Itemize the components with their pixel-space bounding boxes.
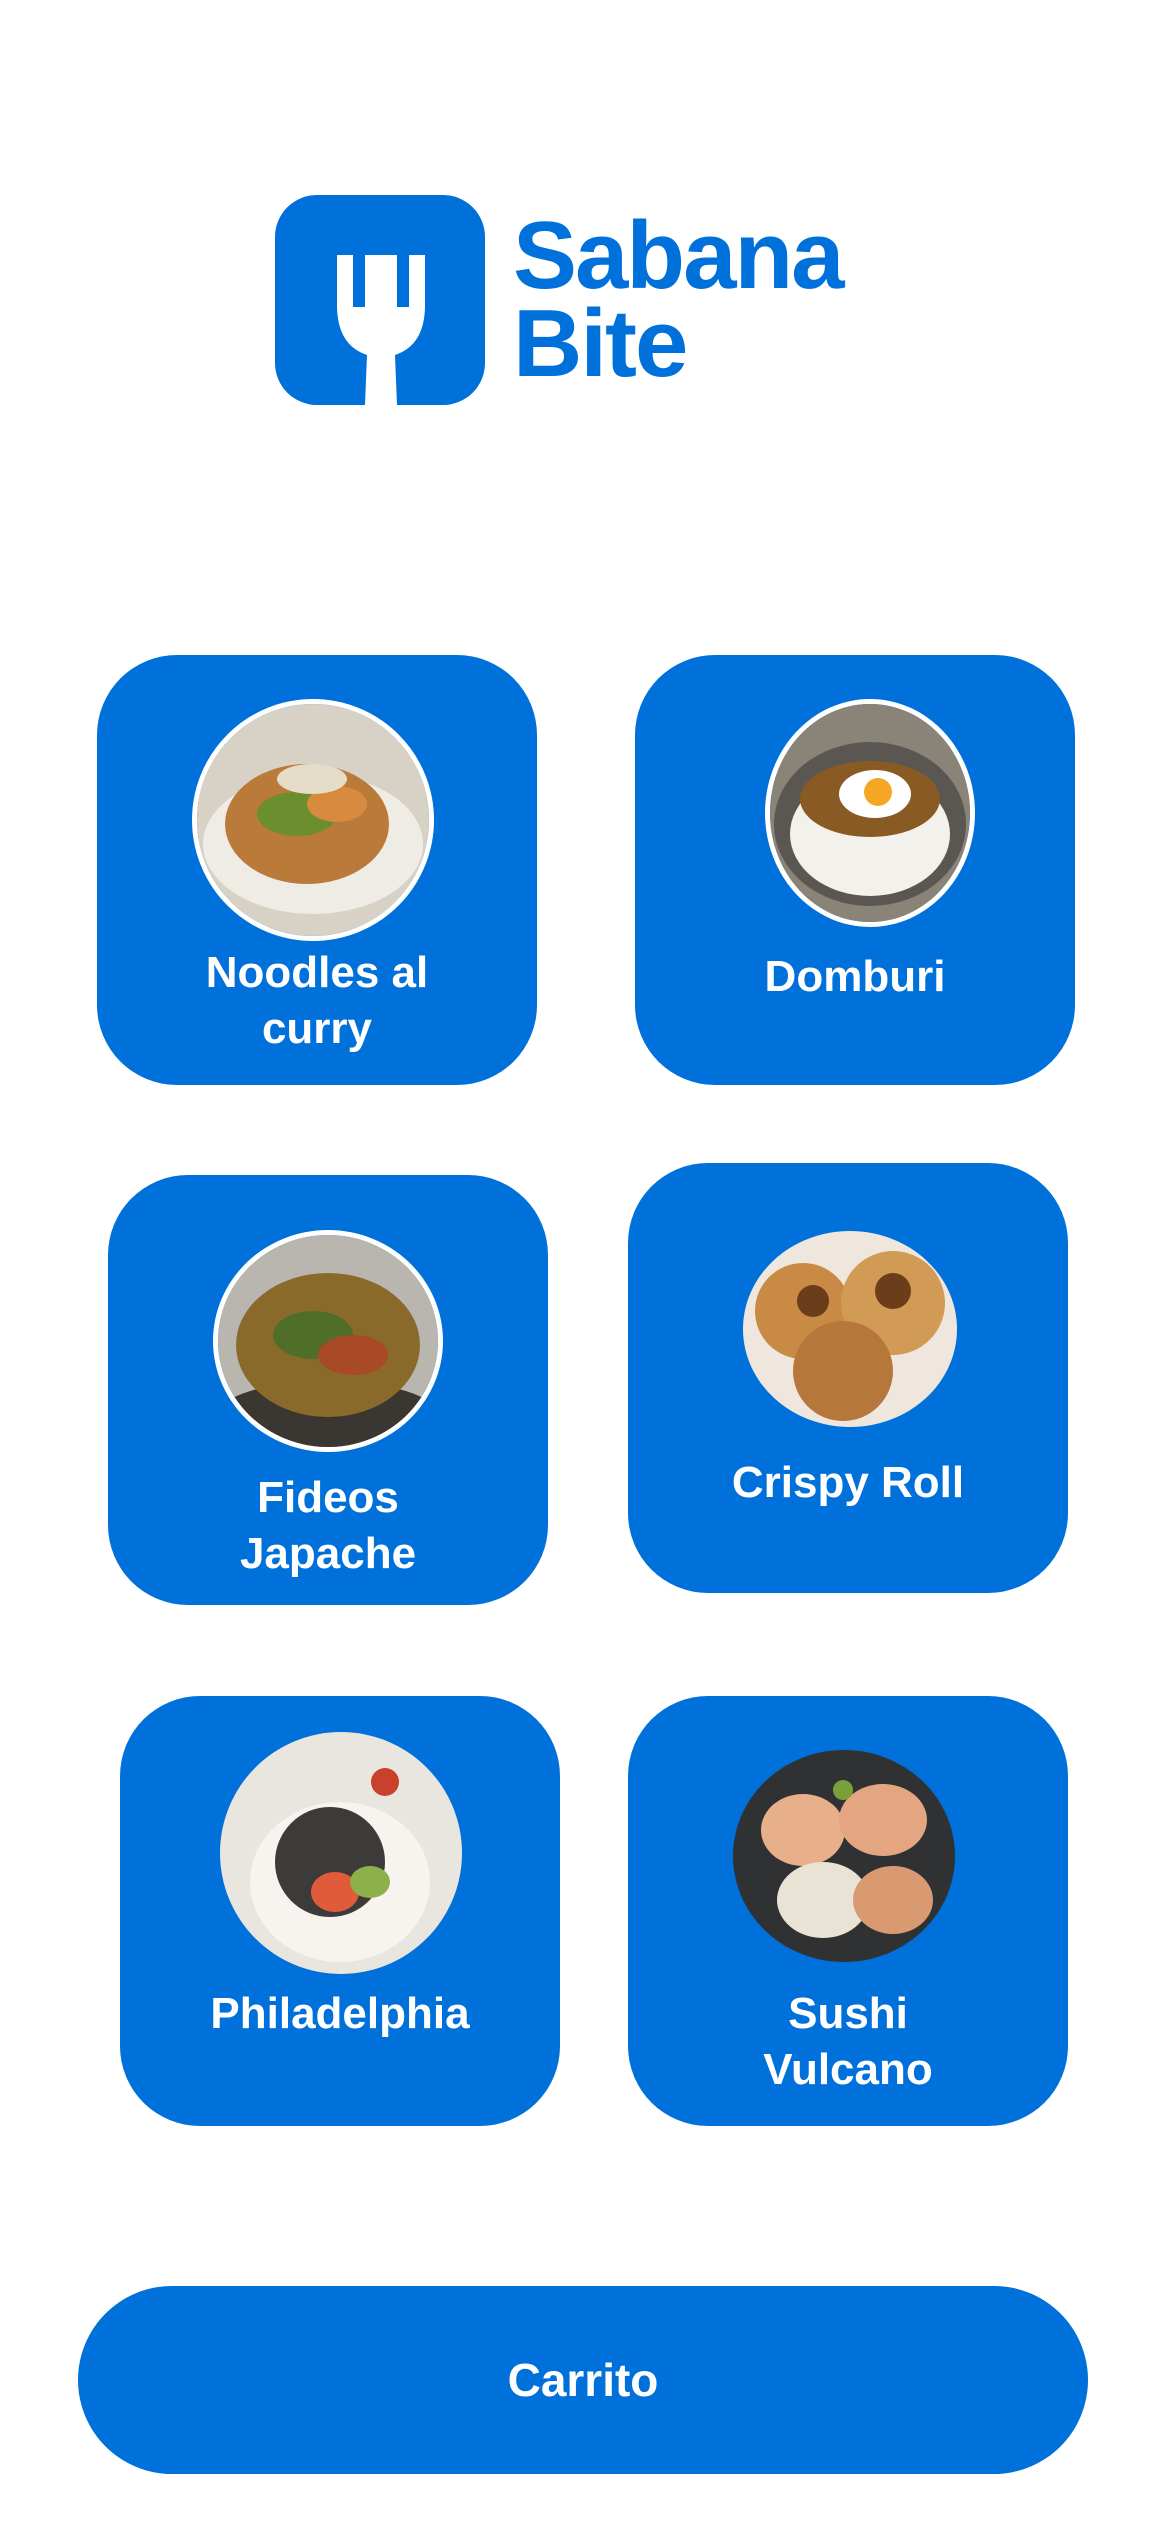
philadelphia-roll-image [220,1732,462,1974]
menu-card-label: Sushi Vulcano [763,1989,933,2094]
menu-card-label: Noodles al curry [205,948,429,1053]
menu-card-label: Domburi [764,952,946,1001]
menu-card-crispy-roll[interactable]: Crispy Roll [628,1163,1068,1593]
menu-card-philadelphia[interactable]: Philadelphia [120,1696,560,2126]
brand-name: Sabana Bite [513,202,844,397]
noodles-curry-image [192,699,434,941]
menu-card-sushi-vulcano[interactable]: Sushi Vulcano [628,1696,1068,2126]
crispy-roll-image [743,1231,957,1427]
menu-card-fideos-japache[interactable]: Fideos Japache [108,1175,548,1605]
fideos-japache-image [213,1230,443,1452]
domburi-image [765,699,975,927]
fork-icon [275,195,485,405]
menu-card-noodles-al-curry[interactable]: Noodles al curry [97,655,537,1085]
menu-card-label: Fideos Japache [239,1473,417,1578]
sushi-vulcano-image [733,1750,955,1962]
menu-card-domburi[interactable]: Domburi [635,655,1075,1085]
menu-card-label: Philadelphia [210,1989,470,2038]
cart-button[interactable]: Carrito [78,2286,1088,2474]
app-logo: Sabana Bite [275,195,844,405]
brand-name-line1: Sabana [513,202,844,309]
menu-card-label: Crispy Roll [731,1458,965,1507]
brand-name-line2: Bite [513,290,688,397]
